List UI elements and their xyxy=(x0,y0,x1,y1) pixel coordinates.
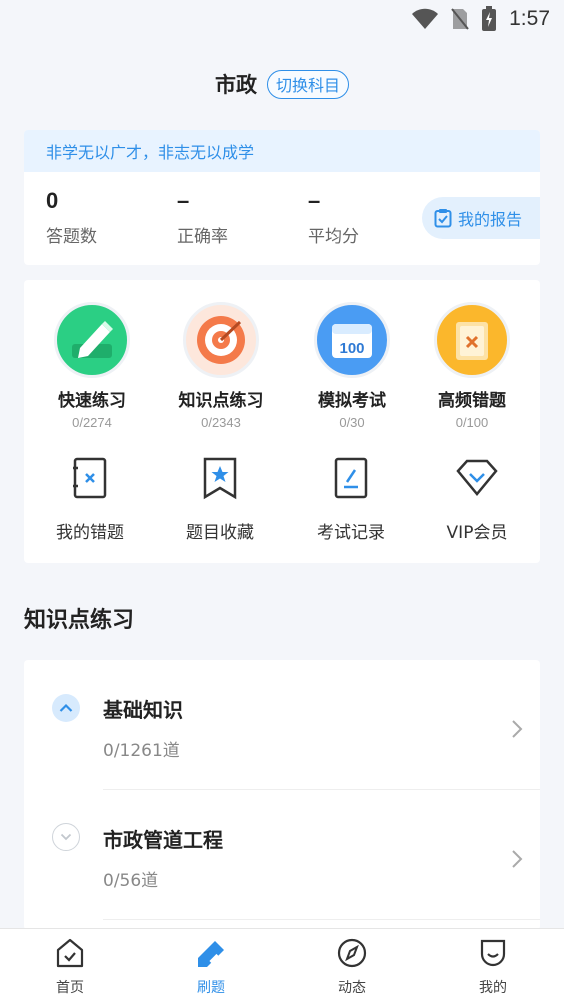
section-title: 知识点练习 xyxy=(24,608,135,633)
nav-label: 我的 xyxy=(479,980,507,996)
wrong-note-icon xyxy=(434,302,510,378)
feature-name: 模拟考试 xyxy=(318,391,386,411)
tool-name: 考试记录 xyxy=(317,523,385,543)
calendar-100-icon: 100 xyxy=(314,302,390,378)
collapse-toggle[interactable] xyxy=(52,694,80,722)
feature-name: 知识点练习 xyxy=(178,391,264,411)
chevron-right-icon xyxy=(512,850,523,868)
stat-value: – xyxy=(308,188,321,213)
stat-label: 平均分 xyxy=(308,227,359,247)
knowledge-progress: 0/1261道 xyxy=(103,741,180,761)
status-time: 1:57 xyxy=(509,7,550,30)
battery-icon xyxy=(482,6,497,31)
knowledge-list: 基础知识 0/1261道 市政管道工程 0/56道 xyxy=(24,660,540,930)
profile-icon xyxy=(480,939,506,967)
feature-quick-practice[interactable]: 快速练习 0/2274 xyxy=(32,302,152,430)
home-icon xyxy=(56,938,84,968)
tool-exam-record[interactable]: 考试记录 xyxy=(291,456,411,543)
chevron-right-icon xyxy=(512,720,523,738)
pencil-icon xyxy=(54,302,130,378)
stat-answered: 0 答题数 xyxy=(46,188,156,247)
tool-name: 我的错题 xyxy=(56,523,124,543)
feature-count: 0/30 xyxy=(339,415,365,430)
stat-value: – xyxy=(177,188,190,213)
subject-title: 市政 xyxy=(214,73,257,97)
knowledge-title: 基础知识 xyxy=(103,698,183,722)
exam-record-icon xyxy=(334,457,368,499)
stat-average: – 平均分 xyxy=(308,188,418,247)
feature-count: 0/2274 xyxy=(72,415,112,430)
svg-text:100: 100 xyxy=(339,340,364,357)
stat-label: 正确率 xyxy=(177,227,228,247)
tool-my-wrong[interactable]: 我的错题 xyxy=(30,456,150,543)
nav-practice[interactable]: 刷题 xyxy=(171,937,251,997)
status-bar: 1:57 xyxy=(0,0,564,40)
nav-label: 首页 xyxy=(56,980,84,996)
bottom-nav: 首页 刷题 动态 我的 xyxy=(0,928,564,1002)
tool-favorites[interactable]: 题目收藏 xyxy=(160,456,280,543)
tool-name: 题目收藏 xyxy=(186,523,254,543)
wrong-book-icon xyxy=(73,457,107,499)
list-item[interactable]: 市政管道工程 0/56道 xyxy=(24,790,540,920)
target-icon xyxy=(183,302,259,378)
chevron-up-icon xyxy=(59,703,73,712)
no-sim-icon xyxy=(451,8,469,30)
my-report-button[interactable]: 我的报告 xyxy=(422,197,540,239)
nav-home[interactable]: 首页 xyxy=(30,937,110,997)
motto-banner: 非学无以广才，非志无以成学 xyxy=(24,130,540,172)
features-card: 快速练习 0/2274 知识点练习 0/2343 100 模拟考试 0/30 高… xyxy=(24,280,540,563)
practice-icon xyxy=(198,941,224,967)
feature-count: 0/100 xyxy=(455,415,489,430)
knowledge-progress: 0/56道 xyxy=(103,871,159,891)
knowledge-title: 市政管道工程 xyxy=(103,828,223,852)
divider xyxy=(103,919,540,920)
report-check-icon xyxy=(434,209,452,228)
chevron-down-icon xyxy=(60,833,72,841)
stat-value: 0 xyxy=(46,188,59,213)
list-item[interactable]: 基础知识 0/1261道 xyxy=(24,660,540,790)
feature-count: 0/2343 xyxy=(201,415,241,430)
tool-name: VIP会员 xyxy=(446,523,508,543)
switch-subject-button[interactable]: 切换科目 xyxy=(266,69,349,99)
feature-knowledge-practice[interactable]: 知识点练习 0/2343 xyxy=(161,302,281,430)
wifi-icon xyxy=(412,8,439,29)
compass-icon xyxy=(337,938,367,968)
expand-toggle[interactable] xyxy=(52,823,80,851)
nav-label: 动态 xyxy=(338,980,366,996)
stat-accuracy: – 正确率 xyxy=(177,188,287,247)
feature-name: 快速练习 xyxy=(58,391,126,411)
nav-label: 刷题 xyxy=(197,980,225,996)
tool-vip[interactable]: VIP会员 xyxy=(417,456,537,543)
feature-mock-exam[interactable]: 100 模拟考试 0/30 xyxy=(292,302,412,430)
stats-card: 非学无以广才，非志无以成学 0 答题数 – 正确率 – 平均分 我的报告 xyxy=(24,130,540,265)
nav-profile[interactable]: 我的 xyxy=(453,937,533,997)
feature-name: 高频错题 xyxy=(438,391,506,411)
my-report-label: 我的报告 xyxy=(458,210,523,229)
bookmark-star-icon xyxy=(203,457,237,500)
diamond-icon xyxy=(456,459,498,496)
page-header: 市政 切换科目 xyxy=(0,64,564,104)
stat-label: 答题数 xyxy=(46,227,97,247)
feature-frequent-errors[interactable]: 高频错题 0/100 xyxy=(412,302,532,430)
nav-feed[interactable]: 动态 xyxy=(312,937,392,997)
